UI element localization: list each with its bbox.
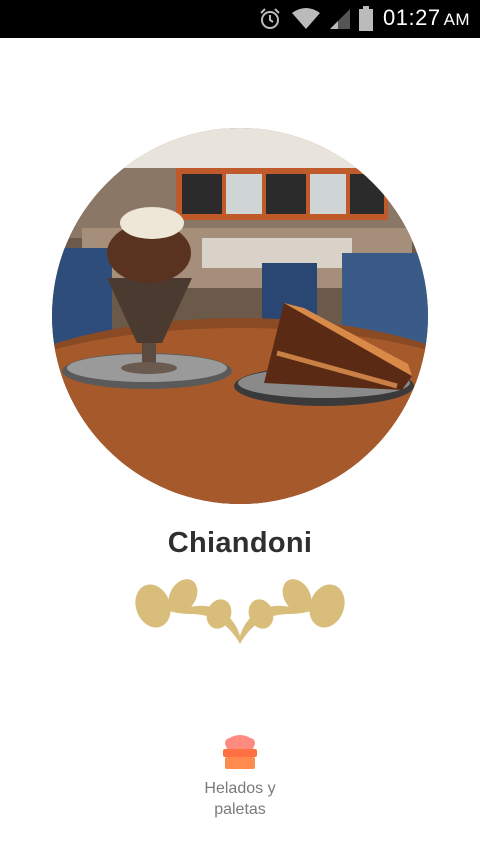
place-photo <box>52 128 428 504</box>
alarm-icon <box>260 8 280 29</box>
status-time: 01:27 AM <box>383 5 471 30</box>
battery-icon <box>359 6 373 31</box>
category-label: Helados y paletas <box>204 780 276 818</box>
leaf-ornament-icon <box>135 579 345 644</box>
signal-icon <box>330 9 350 29</box>
ice-cream-icon <box>223 735 257 769</box>
status-bar: 01:27 AM <box>0 0 480 38</box>
category-item[interactable]: Helados y paletas <box>180 733 300 820</box>
place-title: Chiandoni <box>167 527 313 559</box>
wifi-icon <box>292 8 320 29</box>
